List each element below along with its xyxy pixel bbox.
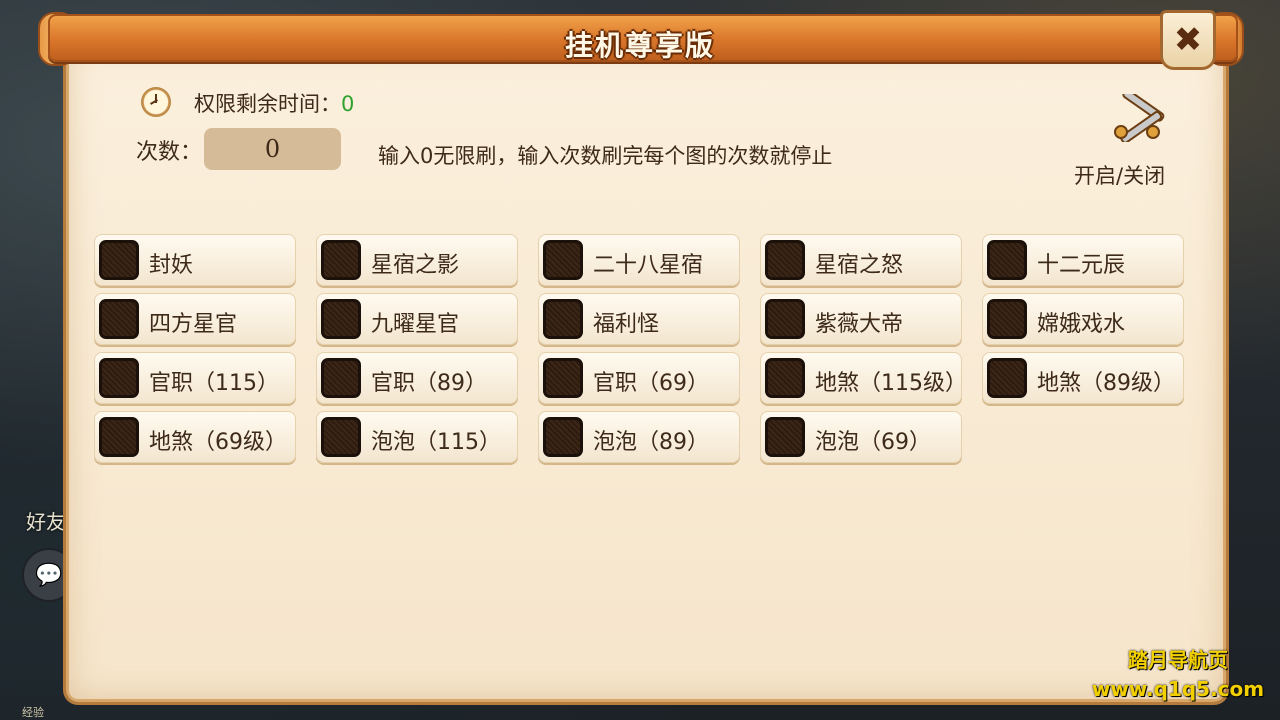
- map-option-label: 地煞（115级）: [815, 371, 963, 396]
- map-option-checkbox[interactable]: [987, 358, 1027, 398]
- map-option-checkbox[interactable]: [765, 299, 805, 339]
- map-option-checkbox[interactable]: [543, 417, 583, 457]
- map-option[interactable]: 官职（115）: [94, 352, 296, 404]
- map-option-checkbox[interactable]: [321, 240, 361, 280]
- map-option-checkbox[interactable]: [321, 358, 361, 398]
- map-option-label: 四方星官: [149, 312, 238, 337]
- map-option-label: 福利怪: [593, 312, 660, 337]
- map-option-label: 泡泡（115）: [371, 430, 501, 455]
- map-option-checkbox[interactable]: [543, 299, 583, 339]
- map-option-checkbox[interactable]: [765, 417, 805, 457]
- map-option-label: 嫦娥戏水: [1037, 312, 1126, 337]
- remaining-time: 权限剩余时间：0: [194, 88, 354, 118]
- map-option-checkbox[interactable]: [99, 299, 139, 339]
- map-option[interactable]: 官职（69）: [538, 352, 740, 404]
- map-option[interactable]: 嫦娥戏水: [982, 293, 1184, 345]
- remaining-time-value: 0: [341, 92, 355, 116]
- map-option[interactable]: 地煞（115级）: [760, 352, 963, 404]
- map-option-label: 地煞（69级）: [149, 430, 287, 455]
- map-option-checkbox[interactable]: [99, 417, 139, 457]
- map-option-checkbox[interactable]: [99, 240, 139, 280]
- map-option[interactable]: 泡泡（69）: [760, 411, 962, 463]
- map-option[interactable]: 星宿之怒: [760, 234, 962, 286]
- map-option[interactable]: 泡泡（89）: [538, 411, 740, 463]
- count-input[interactable]: [204, 128, 341, 170]
- map-option-checkbox[interactable]: [543, 240, 583, 280]
- speech-bubble-icon: 💬: [35, 562, 63, 588]
- clock-icon: [141, 87, 171, 117]
- friend-button[interactable]: 好友: [26, 506, 66, 535]
- panel-title: 挂机尊享版: [564, 29, 715, 62]
- map-option[interactable]: 四方星官: [94, 293, 296, 345]
- map-option-label: 九曜星官: [371, 312, 460, 337]
- watermark: 踏月导航页 www.q1q5.com: [1080, 644, 1276, 701]
- map-option[interactable]: 九曜星官: [316, 293, 518, 345]
- map-option-label: 十二元辰: [1037, 253, 1126, 278]
- toggle-label[interactable]: 开启/关闭: [1074, 160, 1165, 190]
- map-option-label: 星宿之影: [371, 253, 460, 278]
- map-option[interactable]: 十二元辰: [982, 234, 1184, 286]
- map-option-label: 泡泡（69）: [815, 430, 931, 455]
- map-option-checkbox[interactable]: [765, 358, 805, 398]
- map-option-label: 地煞（89级）: [1037, 371, 1175, 396]
- map-option-checkbox[interactable]: [99, 358, 139, 398]
- map-option[interactable]: 封妖: [94, 234, 296, 286]
- exp-label: 经验: [22, 706, 44, 719]
- map-option[interactable]: 官职（89）: [316, 352, 518, 404]
- map-option-checkbox[interactable]: [321, 417, 361, 457]
- map-option[interactable]: 紫薇大帝: [760, 293, 962, 345]
- watermark-line1: 踏月导航页: [1128, 648, 1228, 672]
- close-icon: ✖: [1173, 20, 1203, 60]
- map-option-checkbox[interactable]: [321, 299, 361, 339]
- map-option-label: 封妖: [149, 253, 194, 278]
- watermark-line2: www.q1q5.com: [1091, 677, 1265, 701]
- crossed-swords-icon[interactable]: [1104, 94, 1170, 142]
- map-option-label: 官职（89）: [371, 371, 487, 396]
- map-option-label: 官职（69）: [593, 371, 709, 396]
- count-hint: 输入0无限刷，输入次数刷完每个图的次数就停止: [378, 144, 833, 168]
- map-option-label: 官职（115）: [149, 371, 279, 396]
- map-option-label: 星宿之怒: [815, 253, 904, 278]
- count-label: 次数：: [136, 140, 203, 165]
- map-option[interactable]: 地煞（89级）: [982, 352, 1184, 404]
- map-option-checkbox[interactable]: [987, 299, 1027, 339]
- map-option-checkbox[interactable]: [765, 240, 805, 280]
- map-option[interactable]: 地煞（69级）: [94, 411, 296, 463]
- map-option[interactable]: 二十八星宿: [538, 234, 740, 286]
- map-option-label: 二十八星宿: [593, 253, 704, 278]
- map-option[interactable]: 泡泡（115）: [316, 411, 518, 463]
- map-option-checkbox[interactable]: [543, 358, 583, 398]
- close-button[interactable]: ✖: [1160, 10, 1216, 70]
- map-option-label: 紫薇大帝: [815, 312, 904, 337]
- map-option-checkbox[interactable]: [987, 240, 1027, 280]
- map-option[interactable]: 福利怪: [538, 293, 740, 345]
- remaining-time-label: 权限剩余时间：: [194, 92, 341, 116]
- map-option-label: 泡泡（89）: [593, 430, 709, 455]
- map-option[interactable]: 星宿之影: [316, 234, 518, 286]
